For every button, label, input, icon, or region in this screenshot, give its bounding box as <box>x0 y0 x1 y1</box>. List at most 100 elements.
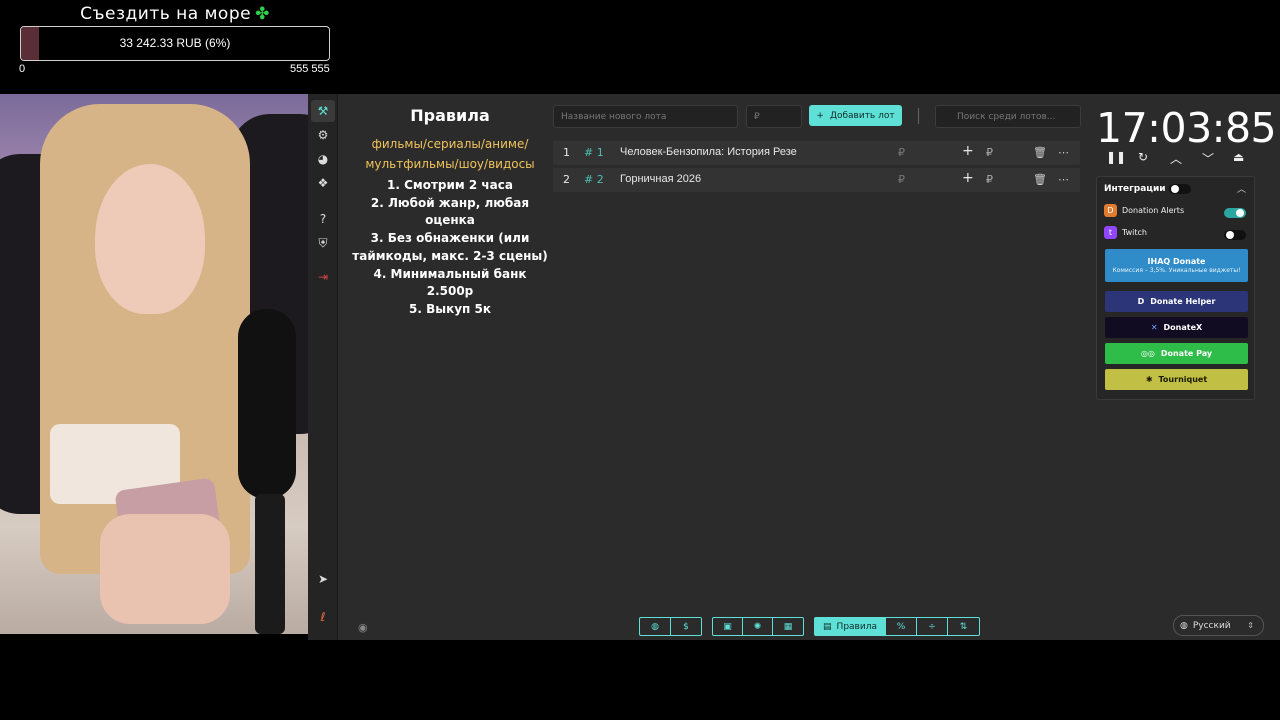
integrations-panel: Интеграции ︿ D Donation Alerts t Twitch … <box>1096 176 1255 400</box>
chevron-up-icon[interactable]: ︿ <box>1170 150 1182 167</box>
tourniquet-label: Tourniquet <box>1158 375 1208 384</box>
layers-icon[interactable]: ❖ <box>311 172 335 194</box>
stats-icon[interactable]: ▦ <box>773 618 803 635</box>
goal-min: 0 <box>19 63 26 75</box>
settings-gear-icon[interactable]: ⚙ <box>311 124 335 146</box>
telegram-icon[interactable]: ➤ <box>311 568 335 590</box>
donation-alerts-toggle[interactable] <box>1224 208 1246 218</box>
lot-hash: # 2 <box>584 173 604 186</box>
lot-amount[interactable]: ₽ <box>898 146 905 159</box>
rules-genres: фильмы/сериалы/аниме/ мультфильмы/шоу/ви… <box>340 134 560 174</box>
lot-row[interactable]: 2 # 2 Горничная 2026 ₽ + ₽ 🗑 ⋯ <box>553 168 1080 192</box>
goal-title: Съездить на море ✤ <box>20 4 330 24</box>
rules-toggle-label: Правила <box>836 621 877 632</box>
restart-icon[interactable]: ↻ <box>1138 150 1148 164</box>
rules-toggle-button[interactable]: ▤ Правила <box>815 618 886 635</box>
bug-icon[interactable]: ✺ <box>743 618 773 635</box>
donate-pay-icon: ◎◎ <box>1140 349 1155 358</box>
rules-genres-line: фильмы/сериалы/аниме/ <box>371 137 529 151</box>
dollar-icon[interactable]: $ <box>671 618 701 635</box>
twitch-row: t Twitch <box>1104 226 1147 239</box>
auction-hammer-icon[interactable]: ⚒ <box>311 100 335 122</box>
help-icon[interactable]: ? <box>311 208 335 230</box>
rules-item: оценка <box>425 213 475 228</box>
collapse-icon[interactable]: ︿ <box>1237 182 1246 195</box>
goal-amount: 33 242.33 RUB (6%) <box>119 36 231 50</box>
wheel-icon[interactable]: ◕ <box>311 148 335 170</box>
percent-button[interactable]: % <box>886 618 917 635</box>
divide-icon[interactable]: ÷ <box>917 618 948 635</box>
ihaq-donate-button[interactable]: IHAQ Donate Комиссия – 3,5%. Уникальные … <box>1105 249 1248 282</box>
shield-icon[interactable]: ⛨ <box>311 232 335 254</box>
logout-icon[interactable]: ⇥ <box>311 266 335 288</box>
donatex-icon: ✕ <box>1150 323 1158 332</box>
rules-item: 3. Без обнаженки (или <box>370 231 530 246</box>
github-icon[interactable]: ◍ <box>640 618 671 635</box>
lot-index: 2 <box>563 173 570 186</box>
rules-genres-line: мультфильмы/шоу/видосы <box>365 157 535 171</box>
add-lot-button[interactable]: + Добавить лот <box>809 105 902 126</box>
donatex-label: DonateX <box>1163 323 1203 332</box>
donatex-button[interactable]: ✕ DonateX <box>1105 317 1248 338</box>
rules-item: 1. Смотрим 2 часа <box>387 178 513 192</box>
goal-title-text: Съездить на море <box>80 4 252 24</box>
donation-alerts-row: D Donation Alerts <box>1104 204 1184 217</box>
ihaq-donate-subtitle: Комиссия – 3,5%. Уникальные виджеты! <box>1112 267 1241 274</box>
rules-title: Правила <box>410 106 490 125</box>
language-label: Русский <box>1192 620 1231 631</box>
tourniquet-button[interactable]: ✱ Tourniquet <box>1105 369 1248 390</box>
lot-name[interactable]: Человек-Бензопила: История Резе <box>620 146 797 158</box>
webcam-feed <box>0 94 308 634</box>
sort-icon[interactable]: ⇅ <box>948 618 979 635</box>
more-icon[interactable]: ⋯ <box>1058 173 1069 186</box>
lot-name[interactable]: Горничная 2026 <box>620 173 701 185</box>
lot-row[interactable]: 1 # 1 Человек-Бензопила: История Резе ₽ … <box>553 141 1080 165</box>
ihaq-donate-label: IHAQ Donate <box>1147 257 1206 266</box>
twitch-label: Twitch <box>1122 228 1147 237</box>
lot-extra-amount[interactable]: ₽ <box>986 146 993 159</box>
plus-icon: + <box>816 110 824 121</box>
add-amount-icon[interactable]: + <box>962 143 974 159</box>
twitch-toggle[interactable] <box>1224 230 1246 240</box>
rules-panel: Правила фильмы/сериалы/аниме/ мультфильм… <box>340 106 560 319</box>
donate-helper-button[interactable]: D Donate Helper <box>1105 291 1248 312</box>
auction-app: ⚒ ⚙ ◕ ❖ ? ⛨ ⇥ ➤ ℓ Правила фильмы/сериалы… <box>308 94 1280 640</box>
add-lot-label: Добавить лот <box>829 110 895 121</box>
eject-icon[interactable]: ⏏ <box>1233 150 1244 164</box>
more-icon[interactable]: ⋯ <box>1058 146 1069 159</box>
delete-icon[interactable]: 🗑 <box>1033 146 1047 159</box>
integrations-toggle[interactable] <box>1169 184 1191 194</box>
delete-icon[interactable]: 🗑 <box>1033 173 1047 186</box>
rules-item: 2.500р <box>426 284 474 299</box>
goal-max: 555 555 <box>290 63 330 75</box>
lot-search-input[interactable]: Поиск среди лотов... <box>935 105 1081 128</box>
lot-amount[interactable]: ₽ <box>898 173 905 186</box>
language-select[interactable]: ◍ Русский ⇕ <box>1173 615 1264 636</box>
book-icon: ▤ <box>823 621 832 632</box>
save-icon[interactable]: ▣ <box>713 618 743 635</box>
donate-helper-label: Donate Helper <box>1150 297 1216 306</box>
clover-icon: ✤ <box>255 4 270 24</box>
lot-index: 1 <box>563 146 570 159</box>
pause-icon[interactable]: ❚❚ <box>1106 150 1126 164</box>
tourniquet-icon: ✱ <box>1145 375 1153 384</box>
add-amount-icon[interactable]: + <box>962 170 974 186</box>
toolbar-group-links: ◍ $ <box>639 617 702 636</box>
lot-extra-amount[interactable]: ₽ <box>986 173 993 186</box>
goal-progress-bar: 33 242.33 RUB (6%) <box>20 26 330 61</box>
lot-name-input[interactable]: Название нового лота <box>553 105 738 128</box>
divider <box>918 108 919 124</box>
brand-logo-icon[interactable]: ℓ <box>311 606 335 628</box>
lot-amount-input[interactable]: ₽ <box>746 105 802 128</box>
toolbar-group-view: ▤ Правила % ÷ ⇅ <box>814 617 980 636</box>
donate-pay-button[interactable]: ◎◎ Donate Pay <box>1105 343 1248 364</box>
integrations-title: Интеграции <box>1104 184 1166 194</box>
donation-alerts-icon: D <box>1104 204 1117 217</box>
twitch-icon: t <box>1104 226 1117 239</box>
chevron-down-icon[interactable]: ﹀ <box>1202 150 1214 167</box>
timer-controls: ❚❚ ↻ ︿ ﹀ ⏏ <box>1104 150 1252 168</box>
lot-hash: # 1 <box>584 146 604 159</box>
eye-icon[interactable]: ◉ <box>358 621 368 634</box>
toolbar-group-actions: ▣ ✺ ▦ <box>712 617 804 636</box>
rules-list: 1. Смотрим 2 часа 2. Любой жанр, любая о… <box>340 177 560 319</box>
